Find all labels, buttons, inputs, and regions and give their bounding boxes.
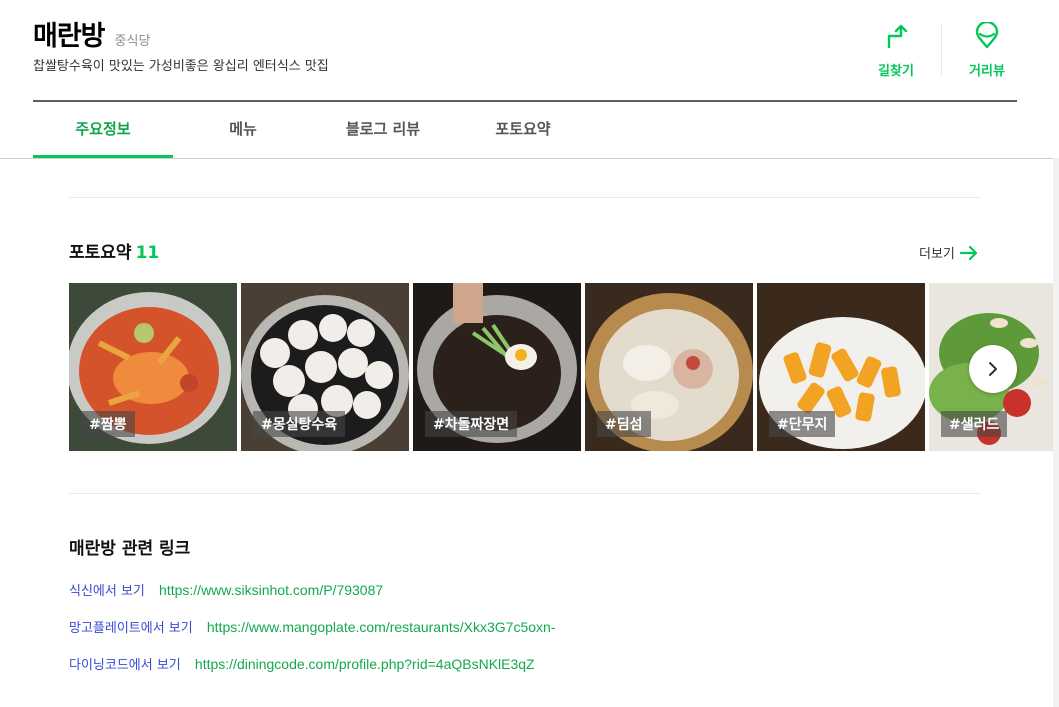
street-view-label: 거리뷰 [969, 64, 1005, 79]
link-url[interactable]: https://diningcode.com/profile.php?rid=4… [195, 656, 535, 672]
directions-button[interactable]: 길찾기 [861, 22, 931, 79]
photo-tag: #딤섬 [597, 411, 651, 437]
related-links-list: 식신에서 보기 https://www.siksinhot.com/P/7930… [69, 580, 555, 691]
title-row: 매란방 중식당 [33, 14, 150, 53]
tab-main-info[interactable]: 주요정보 [33, 101, 173, 158]
related-links-title: 매란방 관련 링크 [69, 539, 191, 559]
place-category: 중식당 [114, 34, 151, 49]
link-label: 다이닝코드에서 보기 [69, 658, 181, 673]
link-item: 식신에서 보기 https://www.siksinhot.com/P/7930… [69, 580, 555, 617]
photo-strip: #짬뽕 #몽실탕수육 #차돌짜장면 #딤섬 #단무지 #샐러드 [69, 283, 1059, 451]
link-item: 다이닝코드에서 보기 https://diningcode.com/profil… [69, 654, 555, 691]
more-photos-link[interactable]: 더보기 [919, 243, 978, 262]
photo-jjajangmyeon[interactable]: #차돌짜장면 [413, 283, 581, 451]
chevron-right-icon [989, 362, 997, 376]
link-url[interactable]: https://www.siksinhot.com/P/793087 [159, 582, 383, 598]
place-name: 매란방 [33, 21, 106, 52]
street-view-button[interactable]: 거리뷰 [952, 22, 1022, 79]
photo-tag: #단무지 [769, 411, 836, 437]
photo-summary-label: 포토요약 [69, 243, 132, 263]
street-view-pin-icon [975, 22, 999, 49]
photo-tag: #차돌짜장면 [425, 411, 518, 437]
tab-blog-review[interactable]: 블로그 리뷰 [313, 101, 453, 158]
tab-menu[interactable]: 메뉴 [173, 101, 313, 158]
action-divider [941, 25, 942, 75]
route-arrow-icon [887, 24, 908, 48]
arrow-right-icon [959, 245, 977, 260]
tab-photo-summary[interactable]: 포토요약 [453, 101, 593, 158]
place-tagline: 찹쌀탕수육이 맛있는 가성비좋은 왕십리 엔터식스 맛집 [33, 59, 329, 74]
more-label: 더보기 [919, 247, 955, 262]
photo-jjamppong[interactable]: #짬뽕 [69, 283, 237, 451]
scrollbar[interactable] [1053, 158, 1059, 707]
photo-tag: #짬뽕 [81, 411, 135, 437]
photo-count: 11 [135, 243, 160, 263]
link-item: 망고플레이트에서 보기 https://www.mangoplate.com/r… [69, 617, 555, 654]
photo-dimsum[interactable]: #딤섬 [585, 283, 753, 451]
photo-tangsuyuk[interactable]: #몽실탕수육 [241, 283, 409, 451]
photo-danmuji[interactable]: #단무지 [757, 283, 925, 451]
link-label: 식신에서 보기 [69, 584, 145, 599]
section-divider [69, 493, 981, 494]
directions-label: 길찾기 [878, 64, 914, 79]
photo-next-button[interactable] [969, 345, 1017, 393]
photo-tag: #몽실탕수육 [253, 411, 346, 437]
tab-bar: 주요정보 메뉴 블로그 리뷰 포토요약 [0, 101, 1059, 159]
link-label: 망고플레이트에서 보기 [69, 621, 193, 636]
photo-tag: #샐러드 [941, 411, 1008, 437]
link-url[interactable]: https://www.mangoplate.com/restaurants/X… [207, 619, 556, 635]
section-divider [69, 197, 981, 198]
photo-summary-title: 포토요약 11 [69, 238, 159, 263]
place-header: 매란방 중식당 찹쌀탕수육이 맛있는 가성비좋은 왕십리 엔터식스 맛집 길찾기… [33, 0, 1017, 102]
